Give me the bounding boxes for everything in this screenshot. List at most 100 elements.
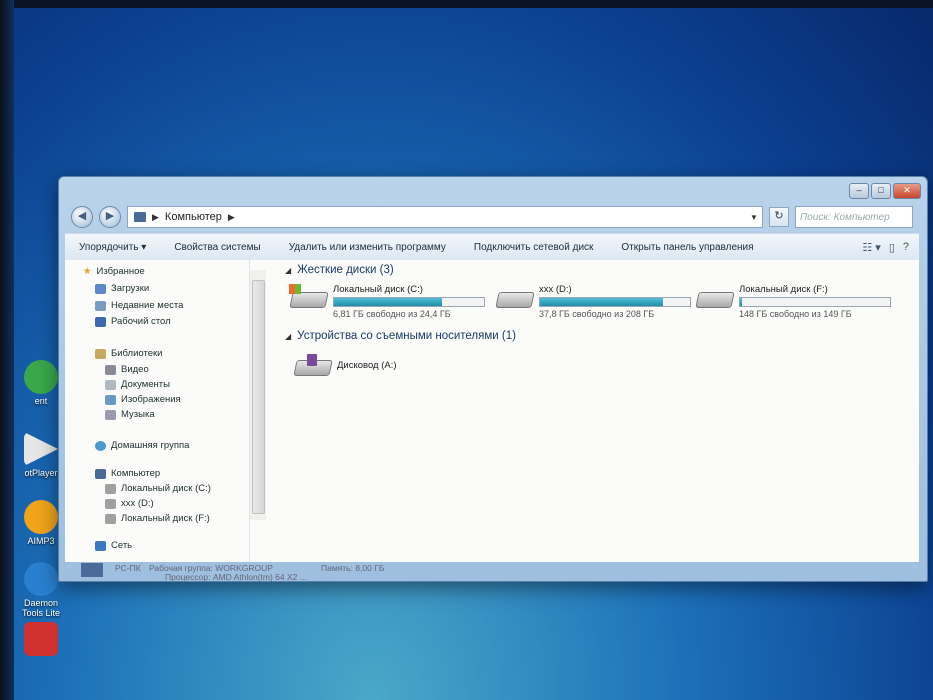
drive-free-space: 37,8 ГБ свободно из 208 ГБ: [539, 309, 655, 319]
nav-label: Документы: [121, 379, 170, 390]
scrollbar-thumb[interactable]: [252, 280, 265, 514]
view-options-icon[interactable]: ☷ ▾: [862, 241, 880, 254]
open-control-panel-button[interactable]: Открыть панель управления: [607, 242, 767, 253]
close-button[interactable]: ✕: [893, 183, 921, 199]
pc-name: PC-ПК: [115, 563, 141, 573]
computer-icon: [134, 212, 146, 222]
nav-label: Сеть: [111, 540, 133, 551]
nav-label: Загрузки: [111, 283, 150, 294]
group-hard-disks[interactable]: ◢ Жесткие диски (3): [285, 264, 394, 276]
homegroup-icon: [95, 440, 106, 451]
drive-usage-bar: [539, 297, 691, 307]
documents-icon: [105, 379, 116, 390]
windows-drive-icon: [289, 284, 329, 310]
address-dropdown-icon[interactable]: ▼: [746, 213, 762, 222]
command-bar: Упорядочить ▾ Свойства системы Удалить и…: [65, 233, 919, 261]
processor: Процессор: AMD Athlon(tm) 64 X2 ...: [165, 572, 307, 582]
nav-homegroup[interactable]: Домашняя группа: [95, 440, 189, 451]
acrobat-icon: [24, 622, 58, 656]
back-button[interactable]: ◀: [71, 206, 93, 228]
network-icon: [95, 540, 106, 551]
nav-network[interactable]: Сеть: [95, 540, 132, 551]
details-pane: PC-ПК Рабочая группа: WORKGROUP Память: …: [65, 563, 919, 582]
nav-desktop[interactable]: Рабочий стол: [95, 316, 171, 327]
nav-recent[interactable]: Недавние места: [95, 300, 183, 311]
nav-drive-d[interactable]: xxx (D:): [105, 498, 154, 509]
nav-music[interactable]: Музыка: [105, 409, 155, 420]
breadcrumb-separator: ▶: [152, 211, 159, 222]
address-bar[interactable]: ▶ Компьютер ▶ ▼: [127, 206, 763, 228]
drive-item[interactable]: Локальный диск (C:) 6,81 ГБ свободно из …: [289, 284, 485, 319]
help-icon[interactable]: ?: [903, 241, 909, 254]
nav-video[interactable]: Видео: [105, 364, 149, 375]
breadcrumb-computer[interactable]: Компьютер: [165, 211, 222, 223]
hard-drive-icon: [105, 498, 116, 509]
nav-label: Библиотеки: [111, 348, 163, 359]
navigation-pane: ★ Избранное Загрузки Недавние места Рабо…: [65, 260, 250, 562]
hard-drive-icon: [695, 284, 735, 310]
monitor-bezel-top: [0, 0, 933, 8]
nav-label: Недавние места: [111, 300, 184, 311]
video-icon: [105, 364, 116, 375]
nav-label: Видео: [121, 364, 149, 375]
nav-label: Компьютер: [111, 468, 161, 479]
torrent-icon: [24, 360, 58, 394]
refresh-button[interactable]: ↻: [769, 207, 789, 227]
nav-drive-f[interactable]: Локальный диск (F:): [105, 513, 210, 524]
group-removable[interactable]: ◢ Устройства со съемными носителями (1): [285, 330, 516, 342]
nav-downloads[interactable]: Загрузки: [95, 283, 149, 294]
drive-item[interactable]: Локальный диск (F:) 148 ГБ свободно из 1…: [695, 284, 891, 319]
preview-pane-icon[interactable]: ▯: [889, 241, 895, 254]
drive-free-space: 148 ГБ свободно из 149 ГБ: [739, 309, 852, 319]
nav-drive-c[interactable]: Локальный диск (C:): [105, 483, 211, 494]
desktop-icon-label: otPlayer: [24, 468, 58, 478]
nav-label: Музыка: [121, 409, 155, 420]
computer-icon: [81, 563, 103, 577]
nav-computer[interactable]: Компьютер: [95, 468, 160, 479]
map-network-drive-button[interactable]: Подключить сетевой диск: [460, 242, 608, 253]
uninstall-program-button[interactable]: Удалить или изменить программу: [275, 242, 460, 253]
maximize-button[interactable]: □: [871, 183, 891, 199]
music-icon: [105, 409, 116, 420]
system-properties-button[interactable]: Свойства системы: [160, 242, 274, 253]
aimp-icon: [24, 500, 58, 534]
desktop-icon-acrobat[interactable]: [16, 622, 66, 658]
nav-pictures[interactable]: Изображения: [105, 394, 181, 405]
group-title: Устройства со съемными носителями (1): [297, 330, 516, 342]
minimize-button[interactable]: –: [849, 183, 869, 199]
pictures-icon: [105, 394, 116, 405]
drive-free-space: 6,81 ГБ свободно из 24,4 ГБ: [333, 309, 451, 319]
desktop-icon: [95, 316, 106, 327]
desktop-icon-label: ent: [34, 396, 48, 406]
collapse-arrow-icon: ◢: [285, 265, 292, 275]
nav-favorites[interactable]: ★ Избранное: [83, 266, 145, 277]
window-controls: – □ ✕: [849, 183, 921, 199]
computer-icon: [95, 468, 106, 479]
drive-name: Локальный диск (C:): [333, 284, 423, 295]
nav-label: Рабочий стол: [111, 316, 171, 327]
forward-button[interactable]: ▶: [99, 206, 121, 228]
recent-places-icon: [95, 300, 106, 311]
drive-item[interactable]: xxx (D:) 37,8 ГБ свободно из 208 ГБ: [495, 284, 691, 319]
star-icon: ★: [83, 266, 92, 277]
nav-pane-scrollbar[interactable]: [249, 270, 266, 520]
nav-libraries[interactable]: Библиотеки: [95, 348, 162, 359]
search-placeholder: Поиск: Компьютер: [800, 211, 890, 223]
removable-drive-item[interactable]: Дисковод (A:): [293, 352, 397, 378]
downloads-icon: [95, 283, 106, 294]
breadcrumb-separator: ▶: [227, 211, 235, 222]
organize-button[interactable]: Упорядочить ▾: [65, 242, 160, 253]
nav-label: xxx (D:): [121, 498, 154, 509]
nav-label: Локальный диск (F:): [121, 513, 210, 524]
daemon-tools-icon: [24, 562, 58, 596]
play-icon: [24, 432, 58, 466]
search-input[interactable]: Поиск: Компьютер: [795, 206, 913, 228]
desktop-icon-label: AIMP3: [27, 536, 55, 546]
nav-documents[interactable]: Документы: [105, 379, 170, 390]
collapse-arrow-icon: ◢: [285, 331, 292, 341]
hard-drive-icon: [495, 284, 535, 310]
content-area: ★ Избранное Загрузки Недавние места Рабо…: [65, 260, 919, 562]
hard-drive-icon: [105, 483, 116, 494]
nav-label: Изображения: [121, 394, 181, 405]
drive-usage-bar: [333, 297, 485, 307]
